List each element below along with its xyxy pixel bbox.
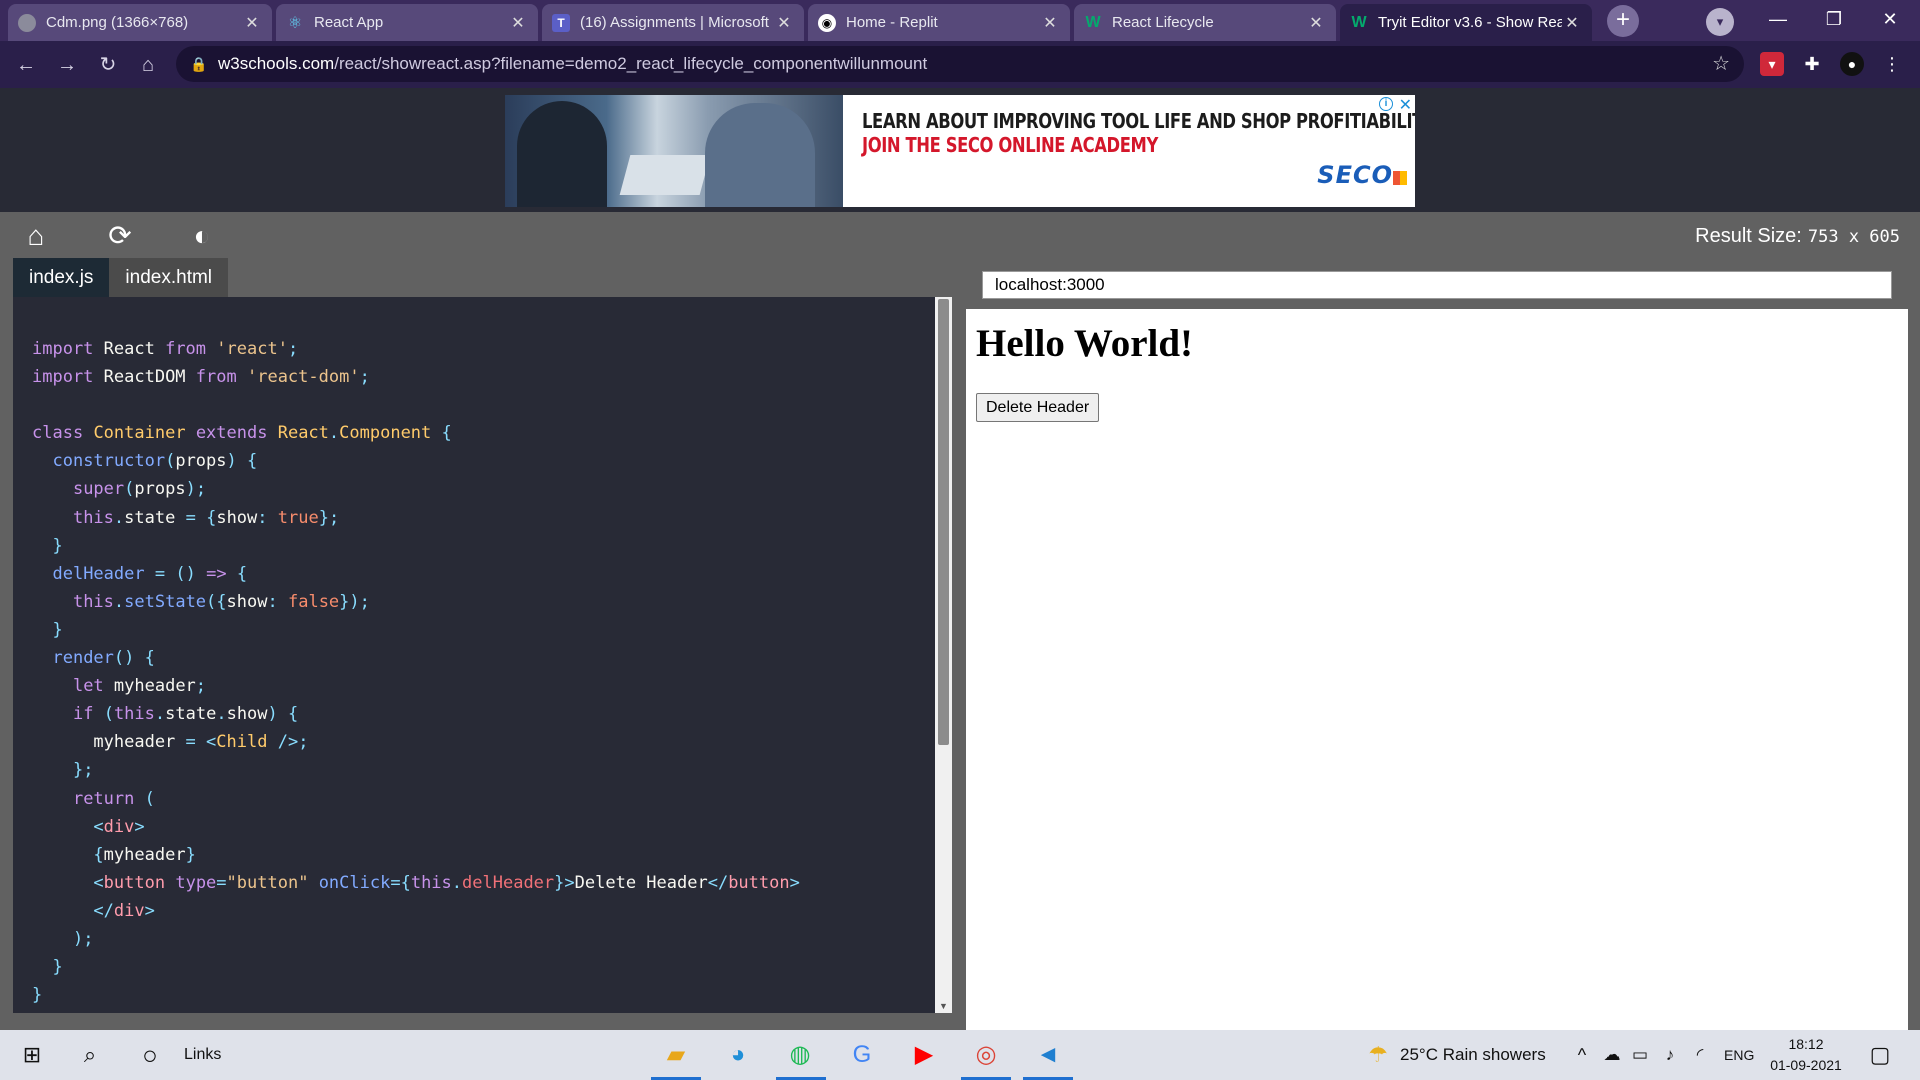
page: LEARN ABOUT IMPROVING TOOL LIFE AND SHOP… bbox=[0, 88, 1920, 1030]
forward-icon[interactable]: → bbox=[51, 49, 83, 81]
file-explorer-icon[interactable]: ▰ bbox=[656, 1035, 696, 1075]
google-translate-icon[interactable]: G bbox=[842, 1035, 882, 1075]
clock-date: 01-09-2021 bbox=[1770, 1057, 1842, 1073]
advertisement-banner[interactable]: LEARN ABOUT IMPROVING TOOL LIFE AND SHOP… bbox=[505, 95, 1415, 207]
close-icon[interactable]: ✕ bbox=[1306, 13, 1326, 33]
ad-brand-logo: SECO bbox=[1317, 161, 1393, 189]
tab-search-icon[interactable]: ▾ bbox=[1706, 8, 1734, 36]
browser-tab-cdm-png[interactable]: Cdm.png (1366×768) ✕ bbox=[8, 4, 272, 41]
home-icon[interactable]: ⌂ bbox=[132, 49, 164, 81]
scrollbar-thumb[interactable] bbox=[938, 299, 949, 745]
home-icon[interactable]: ⌂ bbox=[18, 218, 54, 254]
code-editor[interactable]: import React from 'react'; import ReactD… bbox=[13, 297, 935, 1013]
chrome-icon[interactable]: ◎ bbox=[966, 1035, 1006, 1075]
w3schools-icon: W bbox=[1351, 13, 1367, 31]
address-bar[interactable]: 🔒 w3schools.com/react/showreact.asp?file… bbox=[176, 46, 1744, 82]
react-icon: ⚛ bbox=[287, 14, 303, 32]
browser-tab-strip: Cdm.png (1366×768) ✕ ⚛ React App ✕ T (16… bbox=[0, 0, 1920, 41]
close-icon[interactable]: ✕ bbox=[774, 13, 794, 33]
ad-subheadline: JOIN THE SECO ONLINE ACADEMY bbox=[862, 133, 1158, 157]
windows-start-icon[interactable]: ⊞ bbox=[12, 1035, 52, 1075]
ad-info-icon[interactable]: i bbox=[1379, 97, 1393, 111]
minimize-icon[interactable]: — bbox=[1750, 0, 1806, 41]
browser-toolbar: ← → ↻ ⌂ 🔒 w3schools.com/react/showreact.… bbox=[0, 41, 1920, 88]
result-frame: Hello World! Delete Header bbox=[966, 309, 1908, 1030]
pocket-extension-icon[interactable]: ▾ bbox=[1760, 52, 1784, 76]
spotify-icon[interactable]: ◍ bbox=[780, 1035, 820, 1075]
ad-close-icon[interactable]: ✕ bbox=[1399, 95, 1412, 115]
browser-tab-react-app[interactable]: ⚛ React App ✕ bbox=[276, 4, 538, 41]
image-icon bbox=[18, 13, 36, 32]
reload-icon[interactable]: ↻ bbox=[92, 49, 124, 81]
weather-status[interactable]: 25°C Rain showers bbox=[1400, 1030, 1546, 1080]
restore-icon[interactable]: ❐ bbox=[1806, 0, 1862, 41]
browser-tab-assignments[interactable]: T (16) Assignments | Microsoft ✕ bbox=[542, 4, 804, 41]
tryit-toolbar: ⌂ ⟳ ◐ Result Size: 753 x 605 bbox=[0, 212, 1920, 258]
browser-tab-tryit-editor[interactable]: W Tryit Editor v3.6 - Show React ✕ bbox=[1340, 4, 1592, 41]
windows-taskbar: ⊞ ⌕ ○ Links ▰ ◕ ◍ G ▶ ◎ ◄ ☂ 25°C Rain sh… bbox=[0, 1030, 1920, 1080]
ad-brand-mark bbox=[1393, 171, 1407, 185]
bookmark-star-icon[interactable]: ☆ bbox=[1712, 46, 1730, 82]
notification-center-icon[interactable]: ▢ bbox=[1860, 1035, 1900, 1075]
back-icon[interactable]: ← bbox=[10, 49, 42, 81]
rotate-orientation-icon[interactable]: ⟳ bbox=[102, 218, 138, 254]
result-url-field: localhost:3000 bbox=[982, 271, 1892, 299]
editor-area: index.js index.html import React from 'r… bbox=[0, 258, 1920, 1030]
hello-world-heading: Hello World! bbox=[976, 322, 1194, 365]
result-size: Result Size: 753 x 605 bbox=[1695, 225, 1900, 247]
window-close-icon[interactable]: ✕ bbox=[1862, 0, 1918, 41]
browser-tab-replit[interactable]: ◉ Home - Replit ✕ bbox=[808, 4, 1070, 41]
avatar[interactable]: ● bbox=[1840, 52, 1864, 76]
clock-time: 18:12 bbox=[1788, 1036, 1824, 1052]
close-icon[interactable]: ✕ bbox=[1562, 13, 1582, 33]
tab-index-html[interactable]: index.html bbox=[109, 258, 229, 297]
lock-icon: 🔒 bbox=[190, 56, 208, 72]
dark-mode-toggle-icon[interactable]: ◐ bbox=[184, 218, 220, 254]
cortana-icon[interactable]: ○ bbox=[130, 1035, 170, 1075]
weather-icon[interactable]: ☂ bbox=[1358, 1035, 1398, 1075]
editor-scrollbar[interactable]: ▼ bbox=[935, 297, 952, 1013]
links-toolbar[interactable]: Links bbox=[184, 1030, 221, 1080]
close-icon[interactable]: ✕ bbox=[242, 13, 262, 33]
menu-kebab-icon[interactable]: ⋮ bbox=[1880, 52, 1904, 76]
ad-headline: LEARN ABOUT IMPROVING TOOL LIFE AND SHOP… bbox=[862, 109, 1415, 133]
delete-header-button[interactable]: Delete Header bbox=[976, 393, 1100, 422]
browser-tab-react-lifecycle[interactable]: W React Lifecycle ✕ bbox=[1074, 4, 1336, 41]
new-tab-button[interactable]: + bbox=[1607, 5, 1639, 37]
ad-photo bbox=[505, 95, 843, 207]
close-icon[interactable]: ✕ bbox=[1040, 13, 1060, 33]
scroll-down-icon[interactable]: ▼ bbox=[935, 1001, 952, 1011]
language-indicator[interactable]: ENG bbox=[1724, 1030, 1754, 1080]
clock[interactable]: 18:12 01-09-2021 bbox=[1764, 1034, 1848, 1076]
w3schools-icon: W bbox=[1085, 13, 1101, 31]
vscode-icon[interactable]: ◄ bbox=[1028, 1035, 1068, 1075]
close-icon[interactable]: ✕ bbox=[508, 13, 528, 33]
wifi-icon[interactable]: ◜ bbox=[1680, 1035, 1720, 1075]
replit-icon: ◉ bbox=[818, 13, 836, 32]
edge-icon[interactable]: ◕ bbox=[718, 1035, 758, 1075]
extensions-puzzle-icon[interactable]: ✚ bbox=[1800, 52, 1824, 76]
search-icon[interactable]: ⌕ bbox=[70, 1035, 110, 1075]
teams-icon: T bbox=[552, 13, 570, 32]
youtube-icon[interactable]: ▶ bbox=[904, 1035, 944, 1075]
file-tabs: index.js index.html bbox=[13, 258, 229, 297]
result-panel: localhost:3000 Hello World! Delete Heade… bbox=[966, 258, 1908, 1030]
tab-index-js[interactable]: index.js bbox=[13, 258, 110, 297]
